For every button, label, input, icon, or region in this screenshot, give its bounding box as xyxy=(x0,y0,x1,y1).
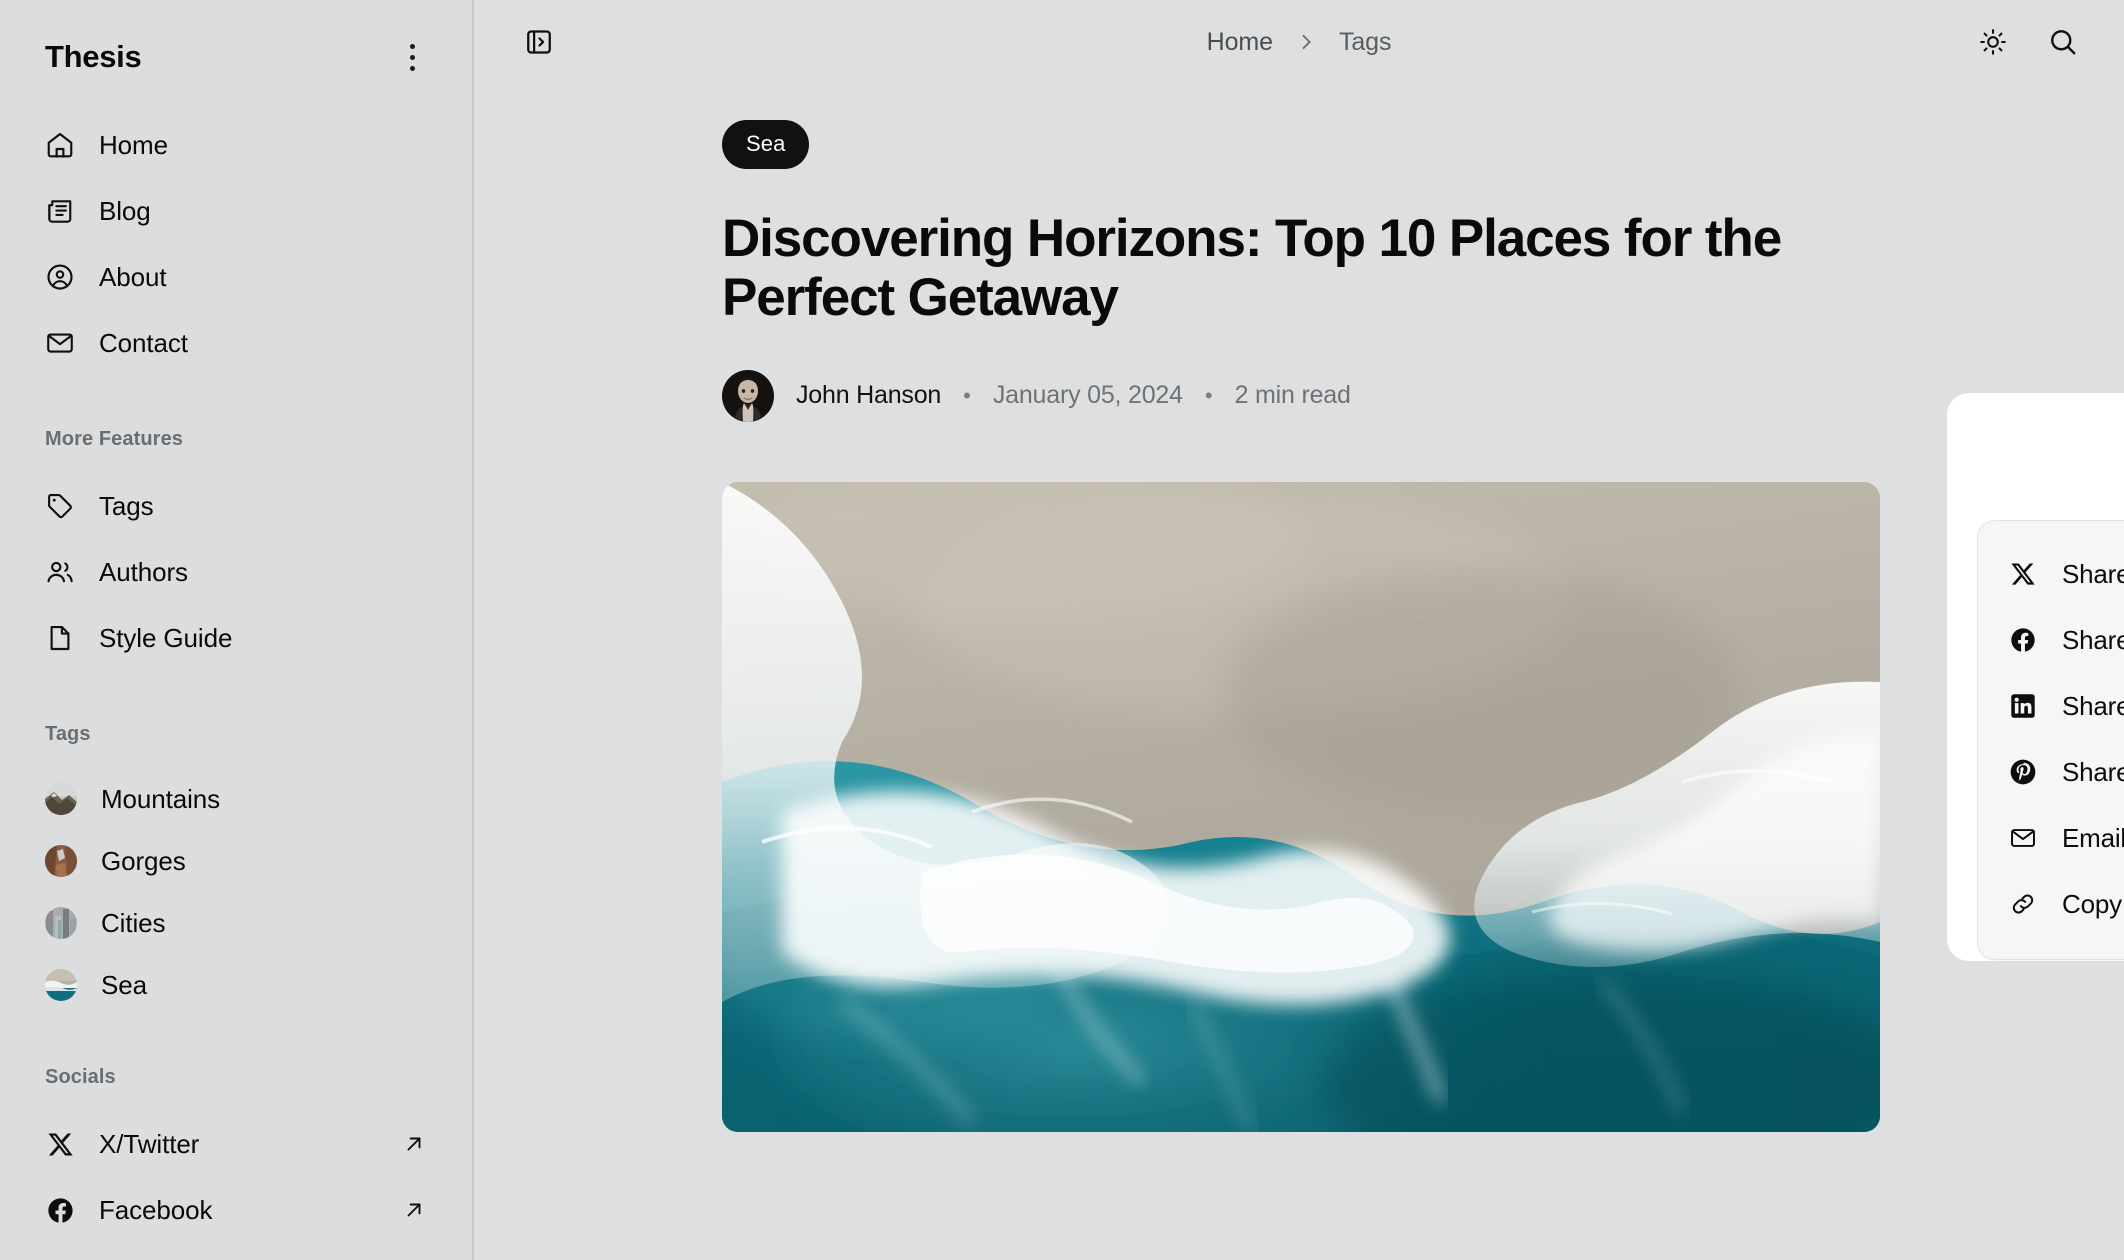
linkedin-icon xyxy=(2008,691,2038,721)
article: Sea Discovering Horizons: Top 10 Places … xyxy=(474,84,2124,1132)
x-twitter-icon xyxy=(2008,559,2038,589)
article-tag-badge[interactable]: Sea xyxy=(722,120,809,169)
kebab-menu-icon[interactable] xyxy=(392,37,432,77)
article-meta: John Hanson • January 05, 2024 • 2 min r… xyxy=(722,370,2004,422)
sidebar-header: Thesis xyxy=(0,0,472,84)
sidebar-item-sea[interactable]: Sea xyxy=(0,954,472,1016)
sidebar-item-blog[interactable]: Blog xyxy=(0,178,472,244)
sidebar-item-label: Blog xyxy=(99,196,427,227)
sidebar-item-contact[interactable]: Contact xyxy=(0,310,472,376)
sidebar-item-label: About xyxy=(99,262,427,293)
thumbnail-cities xyxy=(45,907,77,939)
primary-nav: Home Blog xyxy=(0,112,472,376)
chevron-right-icon xyxy=(1295,31,1317,53)
socials-nav: Socials X/Twitter xyxy=(0,1066,472,1243)
tag-icon xyxy=(45,491,75,521)
sidebar-item-label: Cities xyxy=(101,908,427,939)
thumbnail-sea xyxy=(45,969,77,1001)
search-icon[interactable] xyxy=(2040,19,2086,65)
meta-separator: • xyxy=(1201,383,1217,409)
kebab-dot xyxy=(410,66,415,71)
sidebar-item-facebook[interactable]: Facebook xyxy=(0,1177,472,1243)
sidebar-item-authors[interactable]: Authors xyxy=(0,539,472,605)
app-root: Thesis Home xyxy=(0,0,2124,1260)
share-menu-item-email[interactable]: Email xyxy=(1978,805,2124,871)
sidebar-item-tags[interactable]: Tags xyxy=(0,473,472,539)
main-content: Home Tags xyxy=(474,0,2124,1260)
sidebar-item-label: Home xyxy=(99,130,427,161)
meta-separator: • xyxy=(959,383,975,409)
share-menu: Share on X/Twitter Share on Facebook xyxy=(1977,520,2124,960)
sidebar-item-label: Gorges xyxy=(101,846,427,877)
panel-toggle-icon[interactable] xyxy=(516,19,562,65)
breadcrumb-item-home[interactable]: Home xyxy=(1207,28,1273,57)
share-menu-item-label: Share on X/Twitter xyxy=(2062,559,2124,590)
article-author: John Hanson xyxy=(796,381,941,410)
features-group-label: More Features xyxy=(0,428,472,451)
share-menu-item-label: Email xyxy=(2062,823,2124,854)
topbar: Home Tags xyxy=(474,0,2124,84)
sun-icon[interactable] xyxy=(1970,19,2016,65)
kebab-dot xyxy=(410,55,415,60)
sidebar-item-label: Authors xyxy=(99,557,427,588)
link-icon xyxy=(2008,889,2038,919)
brand-title: Thesis xyxy=(45,39,141,75)
sidebar-item-label: Mountains xyxy=(101,784,427,815)
arrow-up-right-icon xyxy=(401,1197,427,1223)
share-menu-item-label: Share on Facebook xyxy=(2062,625,2124,656)
sidebar-item-home[interactable]: Home xyxy=(0,112,472,178)
sidebar-item-label: Facebook xyxy=(99,1195,377,1226)
sidebar-item-style-guide[interactable]: Style Guide xyxy=(0,605,472,671)
socials-group-label: Socials xyxy=(0,1066,472,1089)
sidebar-item-label: X/Twitter xyxy=(99,1129,377,1160)
user-circle-icon xyxy=(45,262,75,292)
thumbnail-gorges xyxy=(45,845,77,877)
thumbnail-mountains xyxy=(45,783,77,815)
sidebar-item-mountains[interactable]: Mountains xyxy=(0,768,472,830)
sidebar-item-label: Style Guide xyxy=(99,623,427,654)
share-menu-item-pinterest[interactable]: Share on Pinterest xyxy=(1978,739,2124,805)
facebook-icon xyxy=(2008,625,2038,655)
topbar-right xyxy=(1970,19,2086,65)
share-menu-item-label: Share on LinkedIn xyxy=(2062,691,2124,722)
breadcrumb-item-tags[interactable]: Tags xyxy=(1339,28,1391,57)
sidebar-item-cities[interactable]: Cities xyxy=(0,892,472,954)
envelope-icon xyxy=(2008,823,2038,853)
sidebar-item-label: Sea xyxy=(101,970,427,1001)
share-menu-item-copy-link[interactable]: Copy Link xyxy=(1978,871,2124,937)
tags-group-label: Tags xyxy=(0,723,472,746)
share-menu-item-facebook[interactable]: Share on Facebook xyxy=(1978,607,2124,673)
share-menu-item-label: Copy Link xyxy=(2062,889,2124,920)
home-icon xyxy=(45,130,75,160)
sidebar-item-label: Contact xyxy=(99,328,427,359)
users-icon xyxy=(45,557,75,587)
article-read-time: 2 min read xyxy=(1235,381,1351,410)
avatar xyxy=(722,370,774,422)
sidebar: Thesis Home xyxy=(0,0,474,1260)
article-header: Sea Discovering Horizons: Top 10 Places … xyxy=(474,120,2124,422)
kebab-dot xyxy=(410,44,415,49)
page-title: Discovering Horizons: Top 10 Places for … xyxy=(722,209,1852,328)
hero-image xyxy=(722,482,1880,1132)
sidebar-item-about[interactable]: About xyxy=(0,244,472,310)
breadcrumb: Home Tags xyxy=(474,28,2124,57)
x-twitter-icon xyxy=(45,1129,75,1159)
sidebar-item-x-twitter[interactable]: X/Twitter xyxy=(0,1111,472,1177)
share-menu-item-x-twitter[interactable]: Share on X/Twitter xyxy=(1978,541,2124,607)
pinterest-icon xyxy=(2008,757,2038,787)
newspaper-icon xyxy=(45,196,75,226)
arrow-up-right-icon xyxy=(401,1131,427,1157)
envelope-icon xyxy=(45,328,75,358)
features-nav: More Features Tags xyxy=(0,428,472,671)
share-menu-item-label: Share on Pinterest xyxy=(2062,757,2124,788)
article-date: January 05, 2024 xyxy=(993,381,1183,410)
facebook-icon xyxy=(45,1195,75,1225)
sidebar-item-gorges[interactable]: Gorges xyxy=(0,830,472,892)
topbar-left xyxy=(516,19,562,65)
sidebar-item-label: Tags xyxy=(99,491,427,522)
document-icon xyxy=(45,623,75,653)
tags-nav: Tags Mountains xyxy=(0,723,472,1016)
share-menu-item-linkedin[interactable]: Share on LinkedIn xyxy=(1978,673,2124,739)
